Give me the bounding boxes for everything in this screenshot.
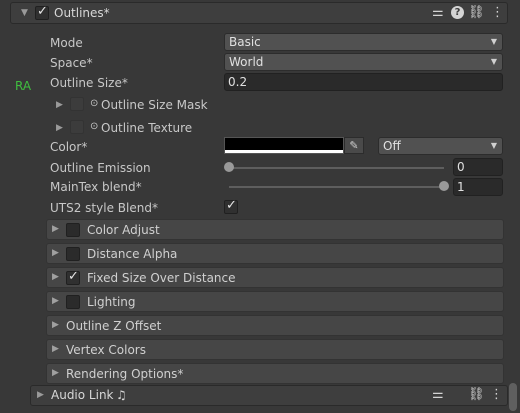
color-swatch[interactable] xyxy=(224,137,344,154)
distance-alpha-checkbox[interactable] xyxy=(66,247,80,261)
side-tag: RA xyxy=(15,79,32,93)
outline-emission-field[interactable]: 0 xyxy=(453,158,503,176)
sliders-icon[interactable]: ⚌ xyxy=(432,5,444,20)
section-label: Distance Alpha xyxy=(87,247,178,261)
space-label: Space* xyxy=(50,56,93,70)
outline-texture-thumbnail[interactable] xyxy=(70,120,84,134)
foldout-arrow-icon: ▶ xyxy=(52,296,59,306)
space-dropdown[interactable]: World ▼ xyxy=(224,53,503,71)
maintex-blend-label: MainTex blend* xyxy=(50,180,142,194)
audio-link-title: Audio Link xyxy=(51,388,114,402)
outline-size-mask-thumbnail[interactable] xyxy=(70,97,84,111)
outline-emission-slider-thumb[interactable] xyxy=(224,162,234,172)
foldout-arrow-icon: ▶ xyxy=(52,368,59,378)
lighting-checkbox[interactable] xyxy=(66,295,80,309)
audio-link-foldout-arrow[interactable]: ▶ xyxy=(37,390,44,400)
section-fixed-size-over-distance[interactable]: ▶ Fixed Size Over Distance xyxy=(46,267,504,288)
fixed-size-over-distance-checkbox[interactable] xyxy=(66,269,80,285)
foldout-arrow-icon: ▶ xyxy=(52,344,59,354)
maintex-blend-field[interactable]: 1 xyxy=(453,178,503,196)
uts2-blend-label: UTS2 style Blend* xyxy=(50,201,158,215)
section-label: Fixed Size Over Distance xyxy=(87,271,236,285)
audio-link-header[interactable]: ▶ Audio Link ♫ ⚌ ⛓ ⋮ xyxy=(30,385,508,406)
section-label: Color Adjust xyxy=(87,223,160,237)
outline-size-value: 0.2 xyxy=(228,75,248,89)
section-label: Rendering Options* xyxy=(66,367,184,381)
space-value: World xyxy=(229,55,264,69)
outline-size-label: Outline Size* xyxy=(50,76,128,90)
outline-size-mask-foldout[interactable]: ▶ xyxy=(56,100,63,110)
color-mode-dropdown[interactable]: Off ▼ xyxy=(378,137,503,155)
scrollbar-thumb[interactable] xyxy=(509,383,517,411)
sliders-icon[interactable]: ⚌ xyxy=(432,387,444,402)
color-adjust-checkbox[interactable] xyxy=(66,223,80,237)
section-rendering-options[interactable]: ▶ Rendering Options* xyxy=(46,363,504,384)
chevron-down-icon: ▼ xyxy=(490,37,497,46)
kebab-menu-icon[interactable]: ⋮ xyxy=(491,5,504,20)
maintex-blend-slider-track[interactable] xyxy=(229,186,444,188)
section-lighting[interactable]: ▶ Lighting xyxy=(46,291,504,312)
color-mode-value: Off xyxy=(383,139,401,153)
chevron-down-icon: ▼ xyxy=(490,57,497,66)
section-outline-z-offset[interactable]: ▶ Outline Z Offset xyxy=(46,315,504,336)
outline-texture-symbol: ⊙ xyxy=(90,121,99,132)
color-alpha-bar xyxy=(225,150,343,153)
section-distance-alpha[interactable]: ▶ Distance Alpha xyxy=(46,243,504,264)
link-icon[interactable]: ⛓ xyxy=(468,387,485,402)
section-color-adjust[interactable]: ▶ Color Adjust xyxy=(46,219,504,240)
link-icon[interactable]: ⛓ xyxy=(468,5,485,20)
section-label: Lighting xyxy=(87,295,136,309)
outline-size-field[interactable]: 0.2 xyxy=(224,73,503,91)
outline-size-mask-symbol: ⊙ xyxy=(90,98,99,109)
outline-texture-foldout[interactable]: ▶ xyxy=(56,123,63,133)
mode-dropdown[interactable]: Basic ▼ xyxy=(224,33,503,51)
foldout-arrow-icon: ▶ xyxy=(52,320,59,330)
outline-size-mask-label: Outline Size Mask xyxy=(101,98,208,112)
kebab-menu-icon[interactable]: ⋮ xyxy=(490,387,503,402)
uts2-blend-checkbox[interactable] xyxy=(224,198,238,214)
outlines-header[interactable]: ▼ Outlines* ⚌ ? ⛓ ⋮ xyxy=(10,2,508,24)
color-label: Color* xyxy=(50,140,88,154)
maintex-blend-slider-thumb[interactable] xyxy=(439,181,449,191)
outline-emission-value: 0 xyxy=(457,160,465,174)
outline-texture-label: Outline Texture xyxy=(101,121,193,135)
maintex-blend-value: 1 xyxy=(457,180,465,194)
help-icon[interactable]: ? xyxy=(451,6,464,19)
outline-emission-slider-track[interactable] xyxy=(229,167,444,169)
outlines-foldout-arrow[interactable]: ▼ xyxy=(21,8,28,18)
outline-emission-label: Outline Emission xyxy=(50,161,151,175)
foldout-arrow-icon: ▶ xyxy=(52,272,59,282)
foldout-arrow-icon: ▶ xyxy=(52,224,59,234)
section-vertex-colors[interactable]: ▶ Vertex Colors xyxy=(46,339,504,360)
outlines-title: Outlines* xyxy=(54,6,110,20)
outlines-enabled-checkbox[interactable] xyxy=(35,4,49,20)
mode-label: Mode xyxy=(50,36,83,50)
eyedropper-icon[interactable]: ✎ xyxy=(344,137,364,154)
section-label: Outline Z Offset xyxy=(66,319,162,333)
mode-value: Basic xyxy=(229,35,261,49)
section-label: Vertex Colors xyxy=(66,343,146,357)
music-note-icon: ♫ xyxy=(116,388,127,402)
chevron-down-icon: ▼ xyxy=(490,141,497,150)
foldout-arrow-icon: ▶ xyxy=(52,248,59,258)
